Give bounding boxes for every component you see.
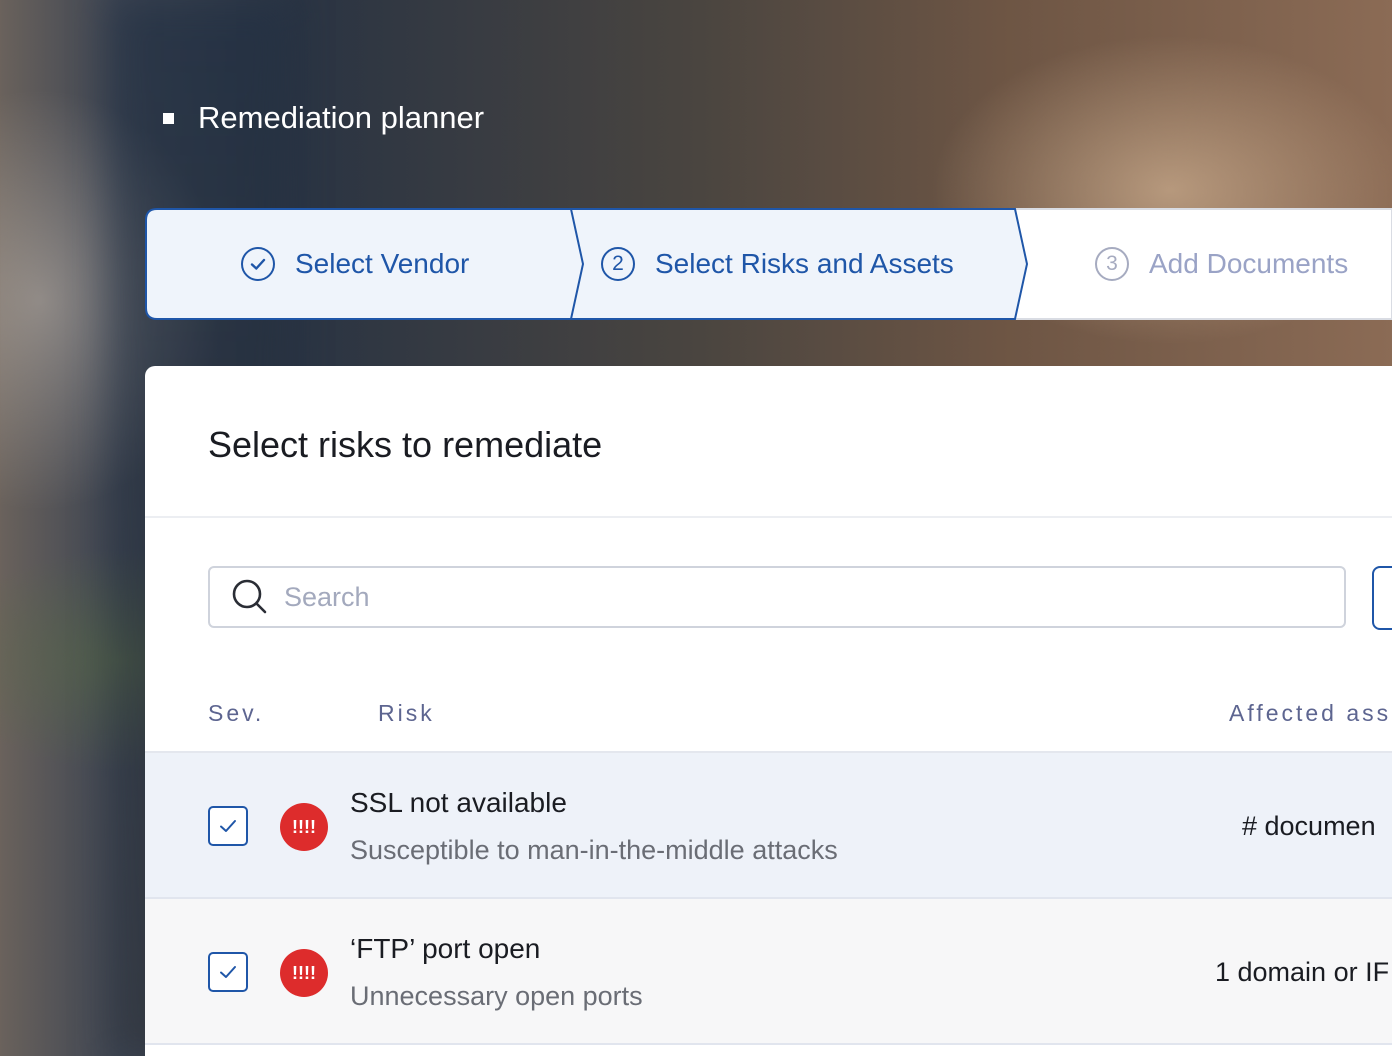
table-row[interactable]: !!!! SSL not available Susceptible to ma…	[145, 753, 1392, 899]
table-row[interactable]: !!!! ‘FTP’ port open Unnecessary open po…	[145, 899, 1392, 1045]
affected-assets[interactable]: # documen	[1242, 811, 1376, 842]
risk-selection-card: Select risks to remediate Sev. Risk Affe…	[145, 366, 1392, 1056]
row-checkbox[interactable]	[208, 952, 248, 992]
page-title-text: Remediation planner	[198, 100, 485, 135]
risk-title: SSL not available	[350, 787, 567, 818]
step-number-badge: 2	[601, 247, 635, 281]
step-add-documents[interactable]: 3 Add Documents	[1095, 208, 1348, 320]
step-label: Select Risks and Assets	[655, 248, 954, 279]
step-select-vendor[interactable]: Select Vendor	[241, 208, 469, 320]
check-circle-icon	[241, 247, 275, 281]
column-header-severity[interactable]: Sev.	[208, 700, 264, 727]
severity-critical-icon: !!!!	[280, 803, 328, 851]
page-title: Remediation planner	[163, 100, 484, 136]
risk-subtitle: Susceptible to man-in-the-middle attacks	[350, 835, 838, 865]
search-input[interactable]	[282, 580, 1186, 614]
severity-critical-icon: !!!!	[280, 949, 328, 997]
filter-button[interactable]	[1372, 566, 1392, 630]
search-icon	[232, 579, 267, 614]
risk-title: ‘FTP’ port open	[350, 933, 541, 964]
step-select-risks-and-assets[interactable]: 2 Select Risks and Assets	[601, 208, 954, 320]
row-checkbox[interactable]	[208, 806, 248, 846]
card-title: Select risks to remediate	[208, 424, 603, 465]
stepper: Select Vendor 2 Select Risks and Assets …	[145, 208, 1392, 320]
column-header-affected-assets[interactable]: Affected ass	[1229, 700, 1391, 727]
step-number-badge: 3	[1095, 247, 1129, 281]
search-box[interactable]	[208, 566, 1346, 628]
risk-subtitle: Unnecessary open ports	[350, 981, 643, 1011]
step-label: Add Documents	[1149, 248, 1349, 279]
affected-assets[interactable]: 1 domain or IF	[1215, 957, 1389, 988]
column-header-risk[interactable]: Risk	[378, 700, 435, 727]
divider	[145, 516, 1392, 518]
checkmark-icon	[220, 966, 236, 978]
checkmark-icon	[220, 820, 236, 832]
step-label: Select Vendor	[295, 248, 470, 279]
title-bullet-icon	[163, 112, 174, 124]
